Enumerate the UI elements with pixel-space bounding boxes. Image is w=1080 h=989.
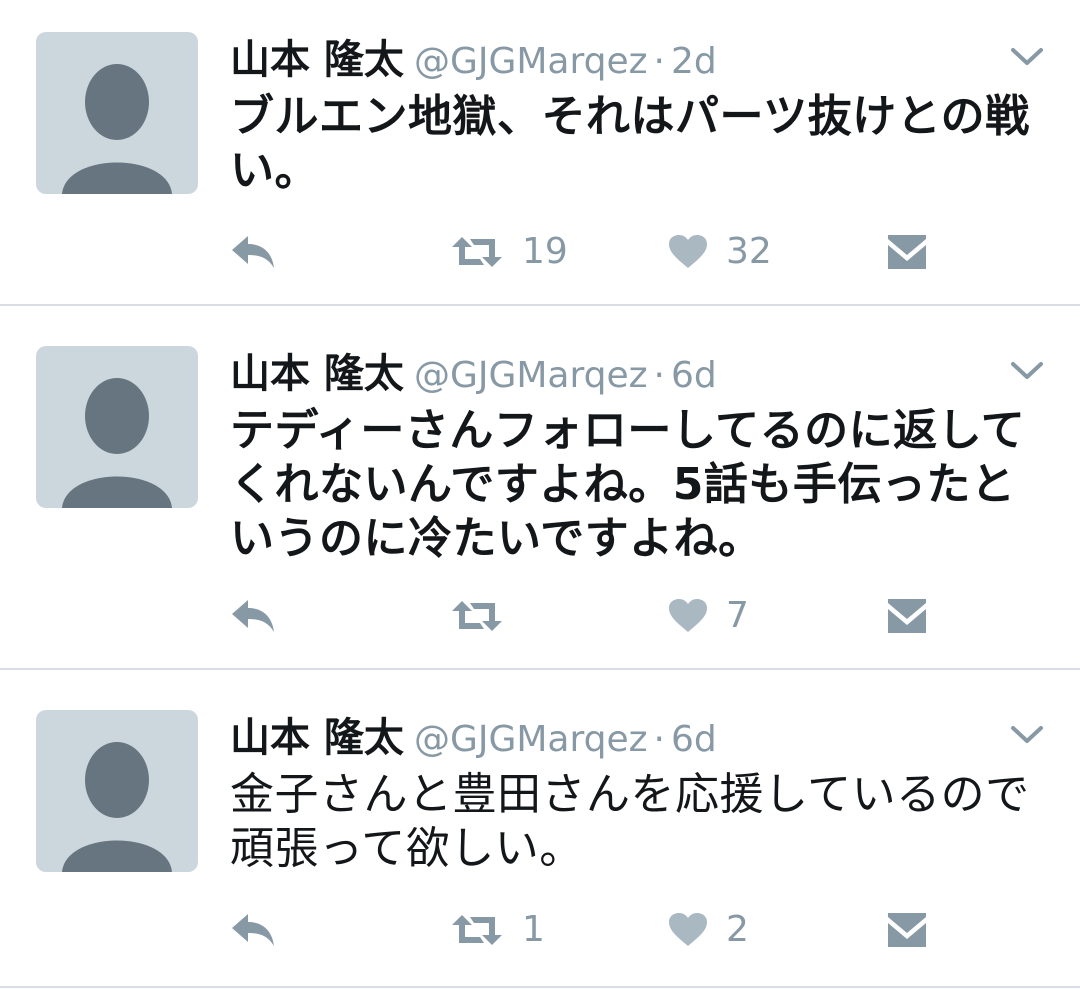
user-handle[interactable]: @GJGMarqez	[414, 355, 648, 396]
avatar[interactable]	[36, 710, 198, 872]
like-count: 32	[726, 231, 772, 272]
direct-message-button[interactable]	[886, 596, 928, 636]
tweet-header: 山本 隆太 @GJGMarqez · 6d	[230, 350, 1040, 398]
chevron-down-icon[interactable]	[1010, 724, 1044, 746]
tweet-text: 金子さんと豊田さんを応援しているので頑張って欲しい。	[230, 769, 1030, 874]
retweet-button[interactable]: 1	[450, 910, 545, 950]
tweet-text: テディーさんフォローしてるのに返してくれないんですよね。5話も手伝ったというのに…	[230, 405, 1026, 564]
envelope-icon	[888, 913, 926, 947]
avatar[interactable]	[36, 32, 198, 194]
like-count: 7	[726, 595, 749, 636]
reply-icon	[232, 914, 274, 946]
avatar[interactable]	[36, 346, 198, 508]
direct-message-button[interactable]	[886, 910, 928, 950]
user-handle[interactable]: @GJGMarqez	[414, 41, 648, 82]
default-avatar-icon	[62, 742, 172, 872]
envelope-icon	[888, 599, 926, 633]
tweet-text: ブルエン地獄、それはパーツ抜けとの戦い。	[230, 91, 1030, 196]
default-avatar-icon	[62, 64, 172, 194]
like-button[interactable]: 7	[668, 596, 749, 636]
reply-button[interactable]	[230, 232, 276, 272]
user-name[interactable]: 山本 隆太	[230, 351, 404, 397]
tweet-item[interactable]: 山本 隆太 @GJGMarqez · 2d ブルエン地獄、それはパーツ抜けとの戦い。 …	[0, 0, 1080, 306]
separator: ·	[653, 719, 665, 760]
retweet-count: 1	[522, 909, 545, 950]
reply-button[interactable]	[230, 596, 276, 636]
chevron-down-icon[interactable]	[1010, 360, 1044, 382]
user-handle[interactable]: @GJGMarqez	[414, 719, 648, 760]
retweet-icon	[452, 915, 502, 945]
like-button[interactable]: 2	[668, 910, 749, 950]
separator: ·	[653, 355, 665, 396]
heart-icon	[669, 913, 707, 946]
timestamp[interactable]: 2d	[671, 41, 717, 82]
timestamp[interactable]: 6d	[671, 355, 717, 396]
direct-message-button[interactable]	[886, 232, 928, 272]
retweet-icon	[452, 237, 502, 267]
like-button[interactable]: 32	[668, 232, 772, 272]
reply-button[interactable]	[230, 910, 276, 950]
chevron-down-icon[interactable]	[1010, 46, 1044, 68]
reply-icon	[232, 600, 274, 632]
retweet-button[interactable]	[450, 596, 522, 636]
tweet-actions: 19 32	[230, 232, 950, 272]
tweet-actions: 7	[230, 596, 950, 636]
default-avatar-icon	[62, 378, 172, 508]
tweet-actions: 1 2	[230, 910, 950, 950]
timestamp[interactable]: 6d	[671, 719, 717, 760]
tweet-item[interactable]: 山本 隆太 @GJGMarqez · 6d 金子さんと豊田さんを応援しているので頑張っ…	[0, 670, 1080, 988]
heart-icon	[669, 235, 707, 268]
reply-icon	[232, 236, 274, 268]
retweet-button[interactable]: 19	[450, 232, 568, 272]
envelope-icon	[888, 235, 926, 269]
like-count: 2	[726, 909, 749, 950]
separator: ·	[653, 41, 665, 82]
tweet-item[interactable]: 山本 隆太 @GJGMarqez · 6d テディーさんフォローしてるのに返してくれな…	[0, 306, 1080, 670]
heart-icon	[669, 599, 707, 632]
retweet-icon	[452, 601, 502, 631]
tweet-header: 山本 隆太 @GJGMarqez · 6d	[230, 714, 1040, 762]
retweet-count: 19	[522, 231, 568, 272]
user-name[interactable]: 山本 隆太	[230, 37, 404, 83]
tweet-header: 山本 隆太 @GJGMarqez · 2d	[230, 36, 1040, 84]
user-name[interactable]: 山本 隆太	[230, 715, 404, 761]
